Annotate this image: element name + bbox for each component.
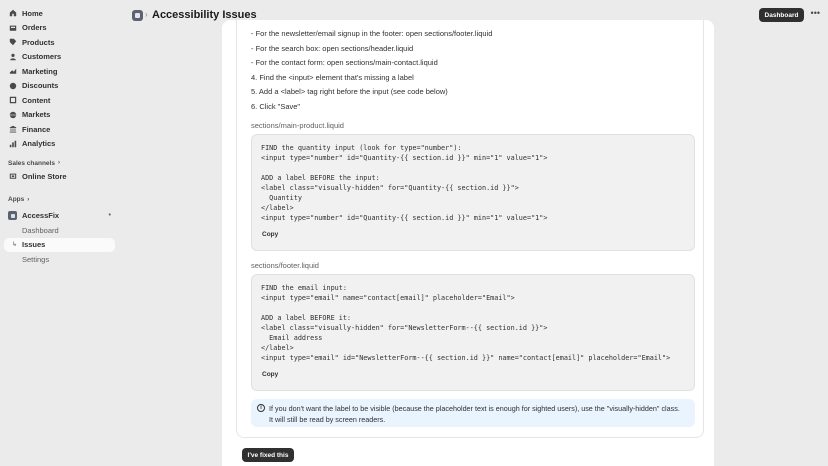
orders-icon (8, 23, 17, 32)
customers-icon (8, 52, 17, 61)
code-line: <label class="visually-hidden" for="News… (261, 324, 548, 332)
info-banner: i If you don't want the label to be visi… (251, 399, 695, 427)
sidebar-item-home[interactable]: Home (0, 6, 122, 21)
ive-fixed-this-button[interactable]: I've fixed this (242, 448, 294, 462)
chevron-right-icon: › (57, 160, 60, 166)
code-line: <input type="email" id="NewsletterForm--… (261, 354, 671, 362)
code-line: Email address (261, 334, 323, 342)
markets-icon (8, 110, 17, 119)
sidebar-item-label: Orders (22, 23, 47, 33)
sidebar-item-label: Analytics (22, 139, 56, 149)
code-line: <input type="number" id="Quantity-{{ sec… (261, 154, 548, 162)
discounts-icon (8, 81, 17, 90)
code-line: </label> (261, 344, 294, 352)
sidebar-subitem-dashboard[interactable]: Dashboard (0, 223, 122, 238)
home-icon (8, 9, 17, 18)
sidebar-item-label: Products (22, 37, 55, 47)
code-line: ADD a label BEFORE it: (261, 314, 352, 322)
instructions-panel: - For the newsletter/email signup in the… (236, 20, 704, 438)
sidebar: Home Orders Products Customers Marketing… (0, 0, 122, 466)
store-icon (8, 172, 17, 181)
info-icon: i (257, 404, 265, 412)
more-actions-icon[interactable]: ••• (811, 8, 820, 18)
sidebar-item-orders[interactable]: Orders (0, 21, 122, 36)
code-line: FIND the email input: (261, 284, 347, 292)
step-text: - For the search box: open sections/head… (251, 44, 414, 53)
sidebar-item-analytics[interactable]: Analytics (0, 137, 122, 152)
code-line: Quantity (261, 194, 302, 202)
sidebar-subitem-label: Dashboard (22, 225, 59, 235)
sidebar-item-customers[interactable]: Customers (0, 50, 122, 65)
analytics-icon (8, 139, 17, 148)
step-text: - For the newsletter/email signup in the… (251, 29, 493, 38)
apps-heading[interactable]: Apps › (0, 194, 122, 206)
info-text: If you don't want the label to be visibl… (269, 404, 680, 413)
sidebar-subitem-settings[interactable]: Settings (0, 252, 122, 267)
code-block: FIND the quantity input (look for type="… (251, 134, 695, 251)
marketing-icon (8, 67, 17, 76)
sidebar-item-label: Marketing (22, 66, 58, 76)
content-icon (8, 96, 17, 105)
chevron-right-icon: › (27, 196, 30, 203)
step-text: - For the contact form: open sections/ma… (251, 58, 438, 67)
sales-channels-label: Sales channels (8, 159, 55, 167)
sidebar-subitem-label: Settings (22, 254, 50, 264)
sidebar-item-label: Customers (22, 52, 62, 62)
sidebar-item-label: AccessFix (22, 211, 60, 221)
dashboard-button[interactable]: Dashboard (759, 8, 804, 22)
info-text: It will still be read by screen readers. (269, 415, 386, 424)
chevron-right-icon: › (145, 10, 148, 19)
sidebar-subitem-label: Issues (22, 240, 46, 250)
sidebar-item-label: Markets (22, 110, 51, 120)
page-title: Accessibility Issues (152, 8, 257, 21)
sidebar-subitem-issues[interactable]: ↳ Issues (4, 237, 115, 252)
main-card: - For the newsletter/email signup in the… (222, 20, 714, 466)
sidebar-item-label: Discounts (22, 81, 59, 91)
code-block: FIND the email input: <input type="email… (251, 274, 695, 391)
file-path-label: sections/footer.liquid (251, 261, 319, 270)
app-icon (8, 211, 17, 221)
copy-button[interactable]: Copy (262, 371, 278, 378)
sidebar-item-label: Content (22, 95, 51, 105)
code-line: ADD a label BEFORE the input: (261, 174, 380, 182)
sidebar-item-discounts[interactable]: Discounts (0, 79, 122, 94)
app-icon[interactable] (132, 10, 143, 21)
step-text: 6. Click "Save" (251, 102, 301, 111)
sidebar-item-accessfix[interactable]: AccessFix • (0, 209, 122, 224)
step-text: 5. Add a <label> tag right before the in… (251, 87, 448, 96)
sidebar-item-label: Home (22, 8, 43, 18)
more-icon[interactable]: • (109, 212, 111, 219)
tree-branch-icon: ↳ (12, 242, 18, 249)
sidebar-item-content[interactable]: Content (0, 93, 122, 108)
sidebar-item-label: Online Store (22, 171, 67, 181)
sidebar-item-finance[interactable]: Finance (0, 122, 122, 137)
step-text: 4. Find the <input> element that's missi… (251, 73, 414, 82)
sidebar-item-label: Finance (22, 124, 51, 134)
code-line: <input type="number" id="Quantity-{{ sec… (261, 214, 548, 222)
sales-channels-heading[interactable]: Sales channels › (0, 157, 122, 169)
file-path-label: sections/main-product.liquid (251, 121, 344, 130)
products-icon (8, 38, 17, 47)
finance-icon (8, 125, 17, 134)
sidebar-item-products[interactable]: Products (0, 35, 122, 50)
code-line: FIND the quantity input (look for type="… (261, 144, 462, 152)
sidebar-item-online-store[interactable]: Online Store (0, 169, 122, 184)
code-line: <label class="visually-hidden" for="Quan… (261, 184, 519, 192)
sidebar-item-markets[interactable]: Markets (0, 108, 122, 123)
sidebar-item-marketing[interactable]: Marketing (0, 64, 122, 79)
apps-label: Apps (8, 196, 25, 203)
copy-button[interactable]: Copy (262, 231, 278, 238)
code-line: <input type="email" name="contact[email]… (261, 294, 515, 302)
code-line: </label> (261, 204, 294, 212)
